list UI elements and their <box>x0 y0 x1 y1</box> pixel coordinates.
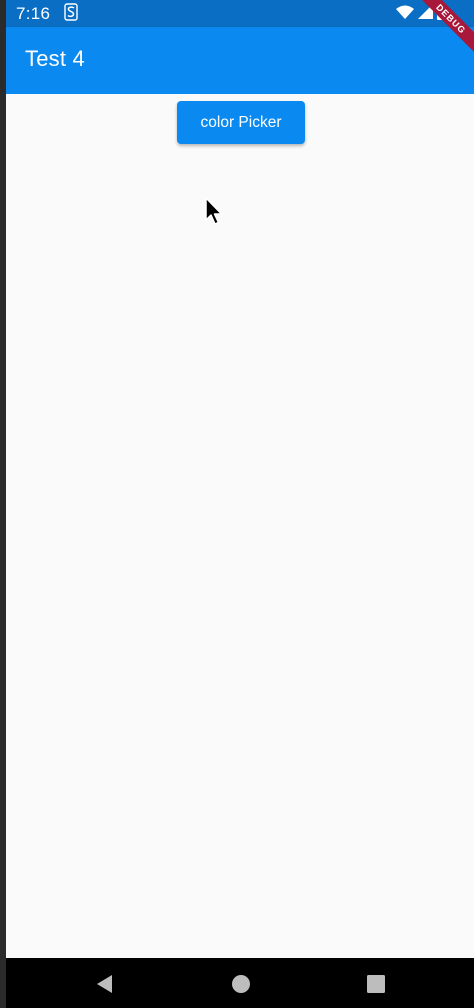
app-title: Test 4 <box>25 46 85 71</box>
status-time: 7:16 <box>16 4 51 23</box>
back-icon[interactable] <box>94 973 116 995</box>
main-content: color Picker <box>6 94 474 958</box>
status-bar: 7:16 <box>6 0 474 27</box>
wifi-icon <box>396 4 414 24</box>
mouse-cursor-icon <box>204 197 224 227</box>
app-bar: Test 4 <box>6 27 474 94</box>
recents-icon[interactable] <box>365 973 387 995</box>
navigation-bar <box>6 958 474 1008</box>
color-picker-button[interactable]: color Picker <box>177 101 305 144</box>
home-icon[interactable] <box>230 973 252 995</box>
sync-s-icon <box>64 3 78 21</box>
phone-screen: 7:16 DEBUG Test 4 color Picker <box>6 0 474 1008</box>
